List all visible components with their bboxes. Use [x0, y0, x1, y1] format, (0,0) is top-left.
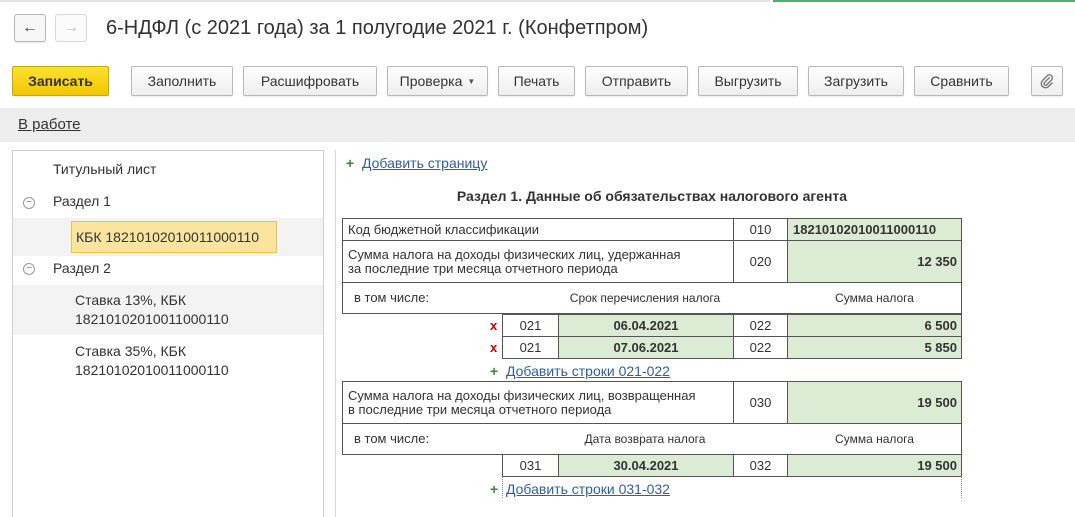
plus-icon: + — [490, 363, 499, 379]
incl-label: в том числе: — [354, 431, 430, 446]
page-title: 6-НДФЛ (с 2021 года) за 1 полугодие 2021… — [106, 17, 649, 39]
tree-item-title-page[interactable]: Титульный лист — [53, 161, 156, 177]
delete-row-icon[interactable]: x — [490, 318, 497, 333]
fill-button[interactable]: Заполнить — [131, 66, 233, 96]
arrow-left-icon: ← — [22, 19, 38, 36]
tree-item-rate35-line2[interactable]: 18210102010011000110 — [75, 362, 229, 378]
arrow-right-icon: → — [63, 19, 79, 36]
export-button[interactable]: Выгрузить — [698, 66, 798, 96]
top-border — [0, 0, 770, 2]
row-guide — [961, 476, 962, 498]
caret-down-icon: ▼ — [467, 76, 476, 86]
tax-sum-field[interactable]: 5 850 — [787, 336, 962, 359]
tax-sum-field[interactable]: 6 500 — [787, 314, 962, 337]
withheld-label-line1: Сумма налога на доходы физических лиц, у… — [348, 246, 681, 262]
return-date-field[interactable]: 30.04.2021 — [558, 454, 734, 477]
withheld-code: 020 — [733, 240, 788, 283]
tree-item-rate13-line1[interactable]: Ставка 13%, КБК — [75, 292, 186, 308]
section-title: Раздел 1. Данные об обязательствах налог… — [456, 188, 848, 204]
kbk-label: Код бюджетной классификации — [342, 218, 734, 241]
row-code-022: 022 — [733, 314, 788, 337]
row-code-021: 021 — [502, 336, 559, 359]
collapse-icon[interactable]: − — [23, 263, 35, 275]
withheld-label-line2: за последние три месяца отчетного период… — [348, 260, 618, 276]
returned-row-sum-field[interactable]: 19 500 — [787, 454, 962, 477]
hdr-transfer-date: Срок перечисления налога — [569, 291, 721, 305]
returned-label-line1: Сумма налога на доходы физических лиц, в… — [348, 387, 696, 403]
plus-icon: + — [346, 155, 355, 171]
send-button[interactable]: Отправить — [585, 66, 688, 96]
tree-item-rate13-line2[interactable]: 18210102010011000110 — [75, 311, 229, 327]
hdr-tax-sum: Сумма налога — [835, 432, 914, 446]
returned-label-line2: в последние три месяца отчетного периода — [348, 401, 612, 417]
compare-button[interactable]: Сравнить — [914, 66, 1009, 96]
add-page-link[interactable]: Добавить страницу — [362, 155, 487, 171]
panel-splitter[interactable] — [335, 150, 336, 517]
forward-button[interactable]: → — [55, 14, 87, 42]
collapse-icon[interactable]: − — [23, 197, 35, 209]
row-code-031: 031 — [502, 454, 559, 477]
row-code-032: 032 — [733, 454, 788, 477]
paperclip-icon — [1040, 74, 1054, 89]
returned-sum-field[interactable]: 19 500 — [787, 381, 962, 424]
hdr-return-date: Дата возврата налога — [584, 432, 706, 446]
tree-item-section2[interactable]: Раздел 2 — [53, 260, 111, 276]
row-code-021: 021 — [502, 314, 559, 337]
tree-item-kbk-label: КБК 18210102010011000110 — [76, 229, 260, 245]
kbk-code: 010 — [733, 218, 788, 241]
print-button[interactable]: Печать — [498, 66, 575, 96]
check-dropdown-button[interactable]: Проверка ▼ — [387, 66, 488, 96]
incl-label: в том числе: — [354, 290, 430, 305]
plus-icon: + — [490, 481, 499, 497]
row-guide — [502, 476, 503, 498]
transfer-date-field[interactable]: 07.06.2021 — [558, 336, 734, 359]
add-rows-021-link[interactable]: Добавить строки 021-022 — [506, 363, 670, 379]
delete-row-icon[interactable]: x — [490, 340, 497, 355]
tree-item-kbk-selected[interactable]: КБК 18210102010011000110 — [71, 221, 277, 253]
status-bar — [0, 108, 1075, 142]
withheld-label: Сумма налога на доходы физических лиц, у… — [342, 240, 734, 283]
tree-item-section1[interactable]: Раздел 1 — [53, 193, 111, 209]
row-code-022: 022 — [733, 336, 788, 359]
decode-button[interactable]: Расшифровать — [243, 66, 377, 96]
top-accent-border — [773, 0, 1075, 2]
withheld-sum-field[interactable]: 12 350 — [787, 240, 962, 283]
kbk-field[interactable]: 18210102010011000110 — [787, 218, 962, 241]
check-button-label: Проверка — [399, 73, 463, 89]
status-link[interactable]: В работе — [18, 116, 81, 133]
hdr-tax-sum: Сумма налога — [835, 291, 914, 305]
tree-item-rate35-line1[interactable]: Ставка 35%, КБК — [75, 343, 186, 359]
attach-button[interactable] — [1031, 66, 1063, 96]
section-tree: Титульный лист − Раздел 1 КБК 1821010201… — [12, 150, 324, 517]
back-button[interactable]: ← — [14, 14, 46, 42]
add-rows-031-link[interactable]: Добавить строки 031-032 — [506, 481, 670, 497]
returned-label: Сумма налога на доходы физических лиц, в… — [342, 381, 734, 424]
returned-code: 030 — [733, 381, 788, 424]
transfer-date-field[interactable]: 06.04.2021 — [558, 314, 734, 337]
import-button[interactable]: Загрузить — [808, 66, 904, 96]
save-button[interactable]: Записать — [12, 66, 109, 96]
